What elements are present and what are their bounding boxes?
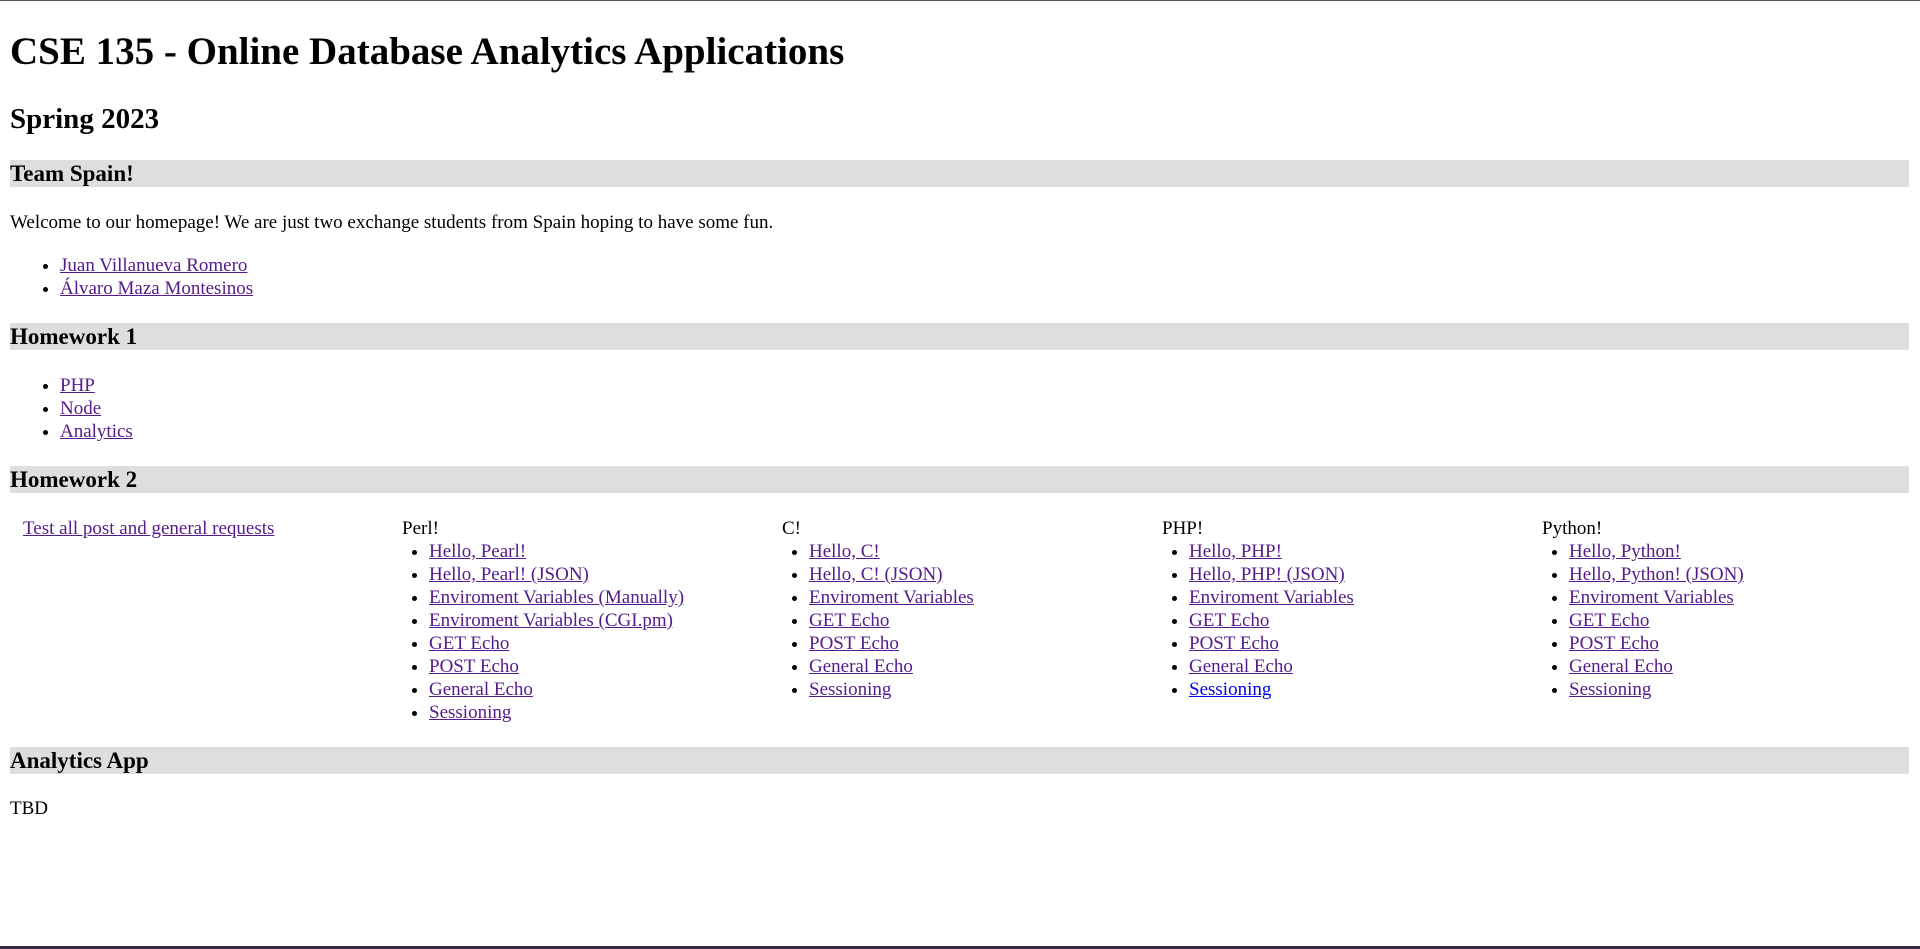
list-item: GET Echo (1189, 609, 1522, 632)
python-links-list: Hello, Python! Hello, Python! (JSON) Env… (1542, 540, 1902, 701)
list-item: General Echo (809, 655, 1142, 678)
list-item: Hello, C! (809, 540, 1142, 563)
page-title: CSE 135 - Online Database Analytics Appl… (10, 30, 845, 73)
list-item: POST Echo (1189, 632, 1522, 655)
list-item: Enviroment Variables (1189, 586, 1522, 609)
c-hello-link[interactable]: Hello, C! (809, 541, 880, 562)
list-item: Álvaro Maza Montesinos (60, 277, 253, 300)
list-item: Juan Villanueva Romero (60, 254, 253, 277)
php-post-echo-link[interactable]: POST Echo (1189, 633, 1279, 654)
perl-hello-link[interactable]: Hello, Pearl! (429, 541, 526, 562)
php-column: PHP! Hello, PHP! Hello, PHP! (JSON) Envi… (1162, 517, 1522, 701)
member-link-alvaro[interactable]: Álvaro Maza Montesinos (60, 278, 253, 299)
hw1-php-link[interactable]: PHP (60, 375, 95, 396)
python-get-echo-link[interactable]: GET Echo (1569, 610, 1649, 631)
perl-sessioning-link[interactable]: Sessioning (429, 702, 511, 723)
perl-env-manual-link[interactable]: Enviroment Variables (Manually) (429, 587, 684, 608)
test-all-requests-link[interactable]: Test all post and general requests (23, 518, 274, 539)
homework2-section-header: Homework 2 (10, 466, 1909, 493)
python-sessioning-link[interactable]: Sessioning (1569, 679, 1651, 700)
perl-env-cgipm-link[interactable]: Enviroment Variables (CGI.pm) (429, 610, 673, 631)
list-item: POST Echo (1569, 632, 1902, 655)
list-item: Node (60, 397, 133, 420)
python-env-link[interactable]: Enviroment Variables (1569, 587, 1734, 608)
python-column-title: Python! (1542, 518, 1603, 539)
analytics-body-text: TBD (10, 798, 48, 819)
list-item: Hello, Pearl! (JSON) (429, 563, 762, 586)
list-item: Hello, Python! (1569, 540, 1902, 563)
list-item: POST Echo (429, 655, 762, 678)
perl-column-title: Perl! (402, 518, 439, 539)
homework1-list: PHP Node Analytics (10, 374, 133, 443)
php-column-title: PHP! (1162, 518, 1204, 539)
list-item: Hello, PHP! (JSON) (1189, 563, 1522, 586)
homework2-heading: Homework 2 (10, 467, 138, 492)
homework1-section-header: Homework 1 (10, 323, 1909, 350)
list-item: Sessioning (429, 701, 762, 724)
perl-links-list: Hello, Pearl! Hello, Pearl! (JSON) Envir… (402, 540, 762, 724)
php-get-echo-link[interactable]: GET Echo (1189, 610, 1269, 631)
list-item: General Echo (429, 678, 762, 701)
list-item: Enviroment Variables (CGI.pm) (429, 609, 762, 632)
hw1-analytics-link[interactable]: Analytics (60, 421, 133, 442)
c-post-echo-link[interactable]: POST Echo (809, 633, 899, 654)
hw2-test-cell: Test all post and general requests (23, 517, 274, 540)
semester-heading: Spring 2023 (10, 103, 160, 135)
c-env-link[interactable]: Enviroment Variables (809, 587, 974, 608)
welcome-text: Welcome to our homepage! We are just two… (10, 212, 774, 233)
c-hello-json-link[interactable]: Hello, C! (JSON) (809, 564, 943, 585)
c-column-title: C! (782, 518, 801, 539)
list-item: Hello, Pearl! (429, 540, 762, 563)
list-item: Enviroment Variables (Manually) (429, 586, 762, 609)
hw1-node-link[interactable]: Node (60, 398, 101, 419)
c-column: C! Hello, C! Hello, C! (JSON) Enviroment… (782, 517, 1142, 701)
list-item: General Echo (1189, 655, 1522, 678)
php-general-echo-link[interactable]: General Echo (1189, 656, 1293, 677)
list-item: Sessioning (1189, 678, 1522, 701)
list-item: Sessioning (1569, 678, 1902, 701)
team-heading: Team Spain! (10, 161, 134, 186)
list-item: Hello, Python! (JSON) (1569, 563, 1902, 586)
list-item: Analytics (60, 420, 133, 443)
list-item: Enviroment Variables (809, 586, 1142, 609)
perl-get-echo-link[interactable]: GET Echo (429, 633, 509, 654)
list-item: Hello, C! (JSON) (809, 563, 1142, 586)
list-item: Sessioning (809, 678, 1142, 701)
analytics-section-header: Analytics App (10, 747, 1909, 774)
list-item: GET Echo (429, 632, 762, 655)
perl-general-echo-link[interactable]: General Echo (429, 679, 533, 700)
perl-column: Perl! Hello, Pearl! Hello, Pearl! (JSON)… (402, 517, 762, 724)
c-links-list: Hello, C! Hello, C! (JSON) Enviroment Va… (782, 540, 1142, 701)
python-hello-link[interactable]: Hello, Python! (1569, 541, 1681, 562)
c-sessioning-link[interactable]: Sessioning (809, 679, 891, 700)
list-item: GET Echo (1569, 609, 1902, 632)
php-hello-json-link[interactable]: Hello, PHP! (JSON) (1189, 564, 1345, 585)
php-env-link[interactable]: Enviroment Variables (1189, 587, 1354, 608)
c-general-echo-link[interactable]: General Echo (809, 656, 913, 677)
list-item: POST Echo (809, 632, 1142, 655)
c-get-echo-link[interactable]: GET Echo (809, 610, 889, 631)
member-link-juan[interactable]: Juan Villanueva Romero (60, 255, 247, 276)
python-column: Python! Hello, Python! Hello, Python! (J… (1542, 517, 1902, 701)
list-item: GET Echo (809, 609, 1142, 632)
list-item: General Echo (1569, 655, 1902, 678)
team-members-list: Juan Villanueva Romero Álvaro Maza Monte… (10, 254, 253, 300)
perl-hello-json-link[interactable]: Hello, Pearl! (JSON) (429, 564, 589, 585)
python-general-echo-link[interactable]: General Echo (1569, 656, 1673, 677)
list-item: Hello, PHP! (1189, 540, 1522, 563)
python-hello-json-link[interactable]: Hello, Python! (JSON) (1569, 564, 1744, 585)
homework1-heading: Homework 1 (10, 324, 138, 349)
team-section-header: Team Spain! (10, 160, 1909, 187)
analytics-heading: Analytics App (10, 748, 149, 773)
perl-post-echo-link[interactable]: POST Echo (429, 656, 519, 677)
php-sessioning-link[interactable]: Sessioning (1189, 679, 1271, 700)
list-item: PHP (60, 374, 133, 397)
python-post-echo-link[interactable]: POST Echo (1569, 633, 1659, 654)
list-item: Enviroment Variables (1569, 586, 1902, 609)
php-links-list: Hello, PHP! Hello, PHP! (JSON) Enviromen… (1162, 540, 1522, 701)
php-hello-link[interactable]: Hello, PHP! (1189, 541, 1282, 562)
window-top-border (0, 0, 1920, 1)
